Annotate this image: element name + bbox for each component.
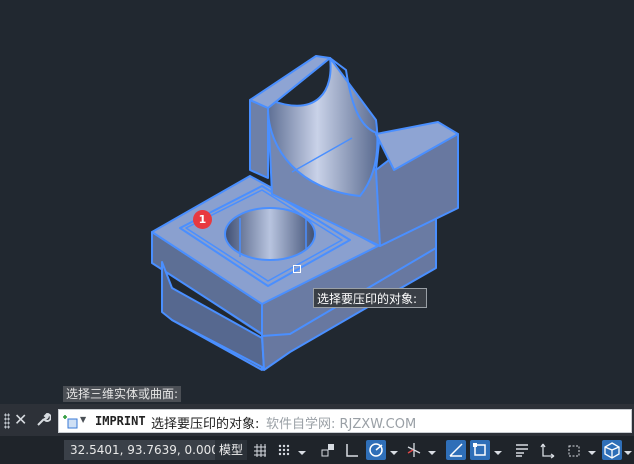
command-input[interactable]: ▼ IMPRINT 选择要压印的对象: 软件自学网: RJZXW.COM <box>58 409 632 433</box>
upright-left-face <box>249 99 269 179</box>
lineweight-icon[interactable] <box>512 440 532 460</box>
gizmo-icon[interactable] <box>602 440 622 460</box>
model-space-button[interactable]: 模型 <box>215 440 248 460</box>
command-prompt: 选择要压印的对象: <box>151 417 260 432</box>
step-badge: 1 <box>193 210 212 229</box>
object-snap-tracking-icon[interactable] <box>446 440 466 460</box>
3d-osnap-icon[interactable] <box>564 440 584 460</box>
command-history-line: 选择三维实体或曲面: <box>63 386 182 402</box>
command-name: IMPRINT <box>95 414 146 428</box>
chevron-down-icon[interactable] <box>428 444 436 456</box>
chevron-down-icon[interactable] <box>588 444 596 456</box>
grid-icon[interactable] <box>250 440 270 460</box>
coordinate-readout[interactable]: 32.5401, 93.7639, 0.0000 <box>64 440 233 460</box>
chevron-down-icon[interactable] <box>624 444 632 456</box>
ortho-icon[interactable] <box>342 440 362 460</box>
hole-top <box>224 207 316 261</box>
snap-icon[interactable] <box>274 440 294 460</box>
polar-icon[interactable] <box>366 440 386 460</box>
wrench-icon[interactable] <box>35 411 52 431</box>
infer-icon[interactable] <box>318 440 338 460</box>
close-icon[interactable]: ✕ <box>14 410 27 429</box>
cursor-pickbox <box>293 265 301 273</box>
cursor-tooltip: 选择要压印的对象: <box>313 288 427 308</box>
command-line-bar: ✕ ▼ IMPRINT 选择要压印的对象: 软件自学网: RJZXW.COM <box>0 404 634 436</box>
isodraft-icon[interactable] <box>404 440 424 460</box>
status-bar: 32.5401, 93.7639, 0.0000 模型 <box>0 436 634 464</box>
watermark-hint: 软件自学网: RJZXW.COM <box>266 417 417 432</box>
chevron-down-icon[interactable]: ▼ <box>80 415 86 424</box>
drag-handle-icon[interactable] <box>4 413 10 429</box>
chevron-down-icon[interactable] <box>494 444 502 456</box>
chevron-down-icon[interactable] <box>390 444 398 456</box>
object-snap-icon[interactable] <box>470 440 490 460</box>
model-viewport[interactable] <box>0 0 634 404</box>
selection-cycling-icon[interactable] <box>538 440 558 460</box>
imprint-command-icon <box>62 413 78 433</box>
chevron-down-icon[interactable] <box>298 444 306 456</box>
